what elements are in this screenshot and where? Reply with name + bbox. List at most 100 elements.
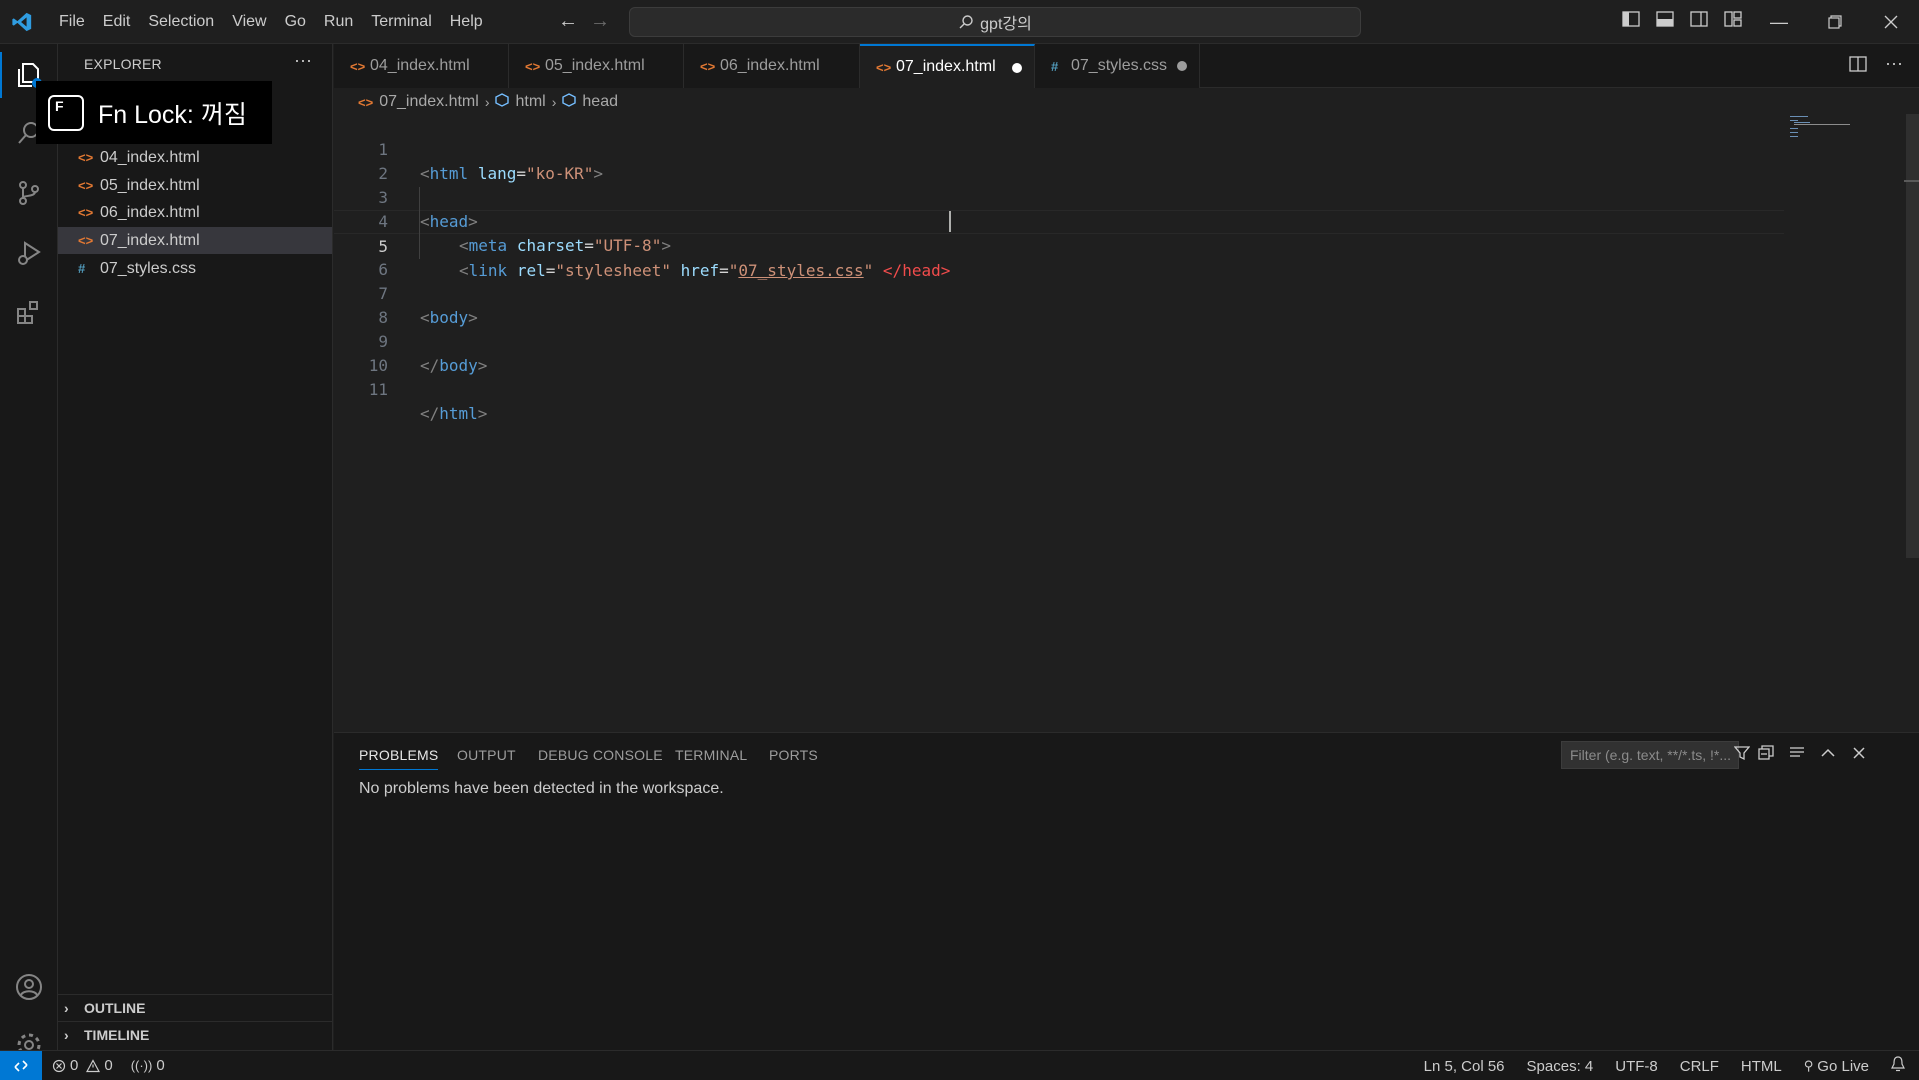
breadcrumb-html[interactable]: html <box>515 93 545 111</box>
restore-icon[interactable] <box>1807 0 1863 44</box>
cursor-position[interactable]: Ln 5, Col 56 <box>1424 1058 1505 1075</box>
file-item-05-index[interactable]: <> 05_index.html <box>58 172 332 199</box>
tab-label: 07_styles.css <box>1071 57 1168 74</box>
tab-06-index[interactable]: <> 06_index.html <box>684 44 860 88</box>
breadcrumb-head[interactable]: head <box>582 93 618 111</box>
remote-window-icon[interactable] <box>0 1050 42 1080</box>
tab-debug-console[interactable]: DEBUG CONSOLE <box>538 747 663 763</box>
menu-file[interactable]: File <box>50 0 94 44</box>
menu-terminal[interactable]: Terminal <box>362 0 440 44</box>
go-live-icon: ⚲ <box>1803 1058 1814 1073</box>
toggle-secondary-sidebar-icon[interactable] <box>1688 8 1710 30</box>
file-item-04-index[interactable]: <> 04_index.html <box>58 144 332 171</box>
code-line: 11 </html> <box>334 354 1784 423</box>
ports-status[interactable]: ((·)) 0 <box>131 1057 165 1074</box>
language-mode[interactable]: HTML <box>1741 1058 1782 1075</box>
element-icon <box>495 92 510 112</box>
filter-icon[interactable] <box>1733 745 1751 766</box>
tab-ports[interactable]: PORTS <box>769 747 818 763</box>
minimize-icon[interactable]: — <box>1751 0 1807 44</box>
bottom-panel: PROBLEMS OUTPUT DEBUG CONSOLE TERMINAL P… <box>334 732 1919 1050</box>
chevron-right-icon: › <box>551 94 557 110</box>
customize-layout-icon[interactable] <box>1722 8 1744 30</box>
code-line: 2 <box>334 138 1784 183</box>
notifications-bell-icon[interactable] <box>1891 1056 1905 1076</box>
menu-go[interactable]: Go <box>276 0 315 44</box>
code-line: 6 <box>334 234 1784 279</box>
line-ending[interactable]: CRLF <box>1680 1058 1719 1075</box>
timeline-label: TIMELINE <box>84 1027 150 1043</box>
timeline-section[interactable]: › TIMELINE <box>58 1021 332 1048</box>
title-bar: File Edit Selection View Go Run Terminal… <box>0 0 1919 44</box>
tab-07-index[interactable]: <> 07_index.html <box>860 44 1035 88</box>
code-editor[interactable]: 1 <html lang="ko-KR"> 2 3 <head> 4 <meta… <box>334 114 1904 732</box>
navigation-arrows: ← → <box>558 10 610 33</box>
code-line: 8 <box>334 282 1784 327</box>
tab-07-styles[interactable]: # 07_styles.css <box>1035 44 1200 88</box>
menu-run[interactable]: Run <box>315 0 362 44</box>
menu-view[interactable]: View <box>223 0 275 44</box>
view-as-list-icon[interactable] <box>1789 745 1805 766</box>
encoding[interactable]: UTF-8 <box>1615 1058 1658 1075</box>
menu-selection[interactable]: Selection <box>139 0 223 44</box>
chevron-right-icon: › <box>64 1000 69 1016</box>
menu-edit[interactable]: Edit <box>94 0 140 44</box>
collapse-all-icon[interactable] <box>1758 745 1774 766</box>
tab-problems[interactable]: PROBLEMS <box>359 747 439 770</box>
minimap[interactable] <box>1790 114 1890 174</box>
file-item-06-index[interactable]: <> 06_index.html <box>58 199 332 226</box>
forward-arrow-icon[interactable]: → <box>590 10 610 33</box>
menu-bar: File Edit Selection View Go Run Terminal… <box>50 0 492 44</box>
file-item-07-index[interactable]: <> 07_index.html <box>58 227 332 254</box>
breadcrumb-file[interactable]: 07_index.html <box>379 93 479 111</box>
command-center-search[interactable]: gpt강의 <box>629 7 1361 37</box>
more-actions-icon[interactable]: ··· <box>1885 54 1903 77</box>
html-file-icon: <> <box>700 58 716 74</box>
html-file-icon: <> <box>78 178 94 193</box>
unsaved-dot-icon[interactable] <box>1177 61 1187 71</box>
source-control-icon[interactable] <box>0 164 58 222</box>
activity-bar <box>0 44 58 1057</box>
layout-controls <box>1620 8 1744 30</box>
toggle-panel-icon[interactable] <box>1654 8 1676 30</box>
editor-tabs: <> 04_index.html <> 05_index.html <> 06_… <box>334 44 1919 88</box>
outline-label: OUTLINE <box>84 1000 146 1016</box>
problems-status[interactable]: 0 0 <box>52 1057 113 1074</box>
run-debug-icon[interactable] <box>0 224 58 282</box>
back-arrow-icon[interactable]: ← <box>558 10 578 33</box>
menu-help[interactable]: Help <box>441 0 492 44</box>
file-item-07-styles[interactable]: # 07_styles.css <box>58 255 332 282</box>
split-editor-icon[interactable] <box>1849 56 1867 77</box>
file-name: 04_index.html <box>100 148 200 166</box>
problems-filter-input[interactable]: Filter (e.g. text, **/*.ts, !*... <box>1561 741 1739 769</box>
scrollbar-cursor-marker <box>1904 180 1919 182</box>
go-live-button[interactable]: ⚲ Go Live <box>1804 1058 1869 1075</box>
tab-label: 07_index.html <box>896 58 996 75</box>
tab-output[interactable]: OUTPUT <box>457 747 516 763</box>
search-icon <box>959 15 973 29</box>
css-file-icon: # <box>1051 58 1059 74</box>
outline-section[interactable]: › OUTLINE <box>58 994 332 1021</box>
go-live-label: Go Live <box>1817 1057 1869 1075</box>
toggle-primary-sidebar-icon[interactable] <box>1620 8 1642 30</box>
status-right: Ln 5, Col 56 Spaces: 4 UTF-8 CRLF HTML ⚲… <box>1424 1051 1905 1080</box>
unsaved-dot-icon[interactable] <box>1012 63 1022 73</box>
more-actions-icon[interactable]: ··· <box>294 50 312 71</box>
file-name: 07_index.html <box>100 231 200 249</box>
status-bar: 0 0 ((·)) 0 Ln 5, Col 56 Spaces: 4 UTF-8… <box>0 1050 1919 1080</box>
tab-04-index[interactable]: <> 04_index.html <box>334 44 509 88</box>
indentation[interactable]: Spaces: 4 <box>1527 1058 1594 1075</box>
extensions-icon[interactable] <box>0 284 58 342</box>
line-number: 11 <box>368 380 388 399</box>
maximize-panel-icon[interactable] <box>1820 745 1836 766</box>
close-window-icon[interactable] <box>1863 0 1919 44</box>
accounts-icon[interactable] <box>0 958 58 1016</box>
tab-terminal[interactable]: TERMINAL <box>675 747 747 763</box>
element-icon <box>562 92 577 112</box>
editor-actions: ··· <box>1849 54 1903 77</box>
sidebar-title: EXPLORER <box>84 56 162 72</box>
tab-label: 06_index.html <box>720 57 820 74</box>
tab-05-index[interactable]: <> 05_index.html <box>509 44 684 88</box>
code-line: 7 <body> <box>334 258 1784 327</box>
close-panel-icon[interactable] <box>1851 745 1867 766</box>
